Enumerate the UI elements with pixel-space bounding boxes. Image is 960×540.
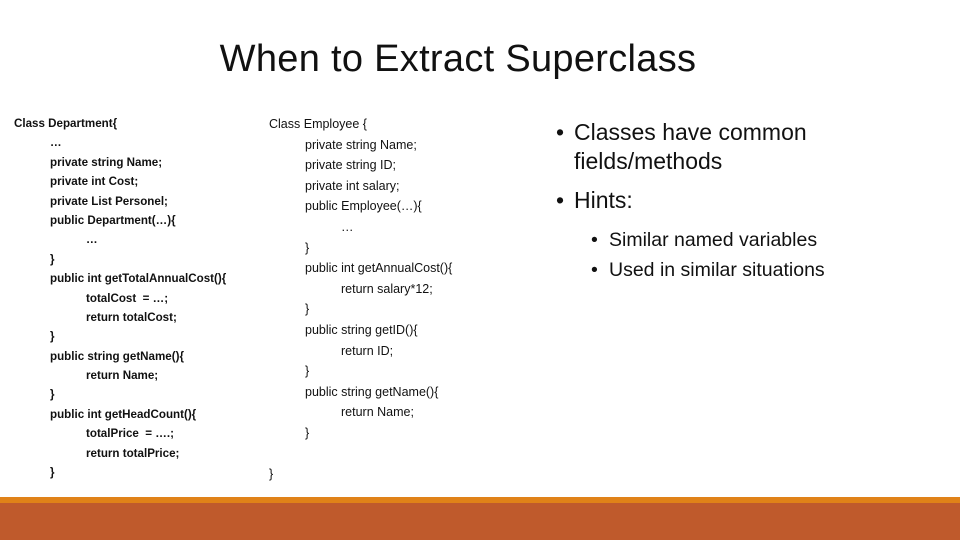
code-line: … [50,136,62,150]
bullet-icon: • [556,119,565,145]
code-line: … [341,219,354,234]
code-line: totalPrice = ….; [86,427,174,441]
code-line: public Department(…){ [50,213,176,227]
code-line: private string Name; [305,137,417,152]
code-line: public int getAnnualCost(){ [305,261,453,276]
code-line: } [50,388,55,402]
code-line: public int getHeadCount(){ [50,407,197,421]
code-line: return totalCost; [86,310,177,324]
sub-bullet-similar-names: • Similar named variables [556,225,946,255]
code-line: } [50,466,55,480]
footer-bar [0,503,960,540]
bullet-item-common-fields: • Classes have common fields/methods [556,118,946,176]
code-line: return totalPrice; [86,446,180,460]
code-line: private string Name; [50,155,163,169]
employee-class-code: Class Employee { private string Name; priv… [269,114,452,485]
code-line: } [305,364,310,379]
code-line: Class Employee { [269,117,367,131]
code-line: private List Personel; [50,194,168,208]
sub-bullet-text: Similar named variables [609,229,818,251]
code-line: return Name; [341,405,414,420]
code-line: public string getName(){ [305,384,439,399]
code-line: private int Cost; [50,175,139,189]
bullet-text: Classes have common fields/methods [574,119,807,174]
code-line: private int salary; [305,178,400,193]
bullet-list: • Classes have common fields/methods • H… [556,118,946,285]
bullet-icon: • [591,259,598,281]
code-line: } [305,425,310,440]
code-line: public string getName(){ [50,349,184,363]
code-line: … [86,233,98,247]
sub-bullet-text: Used in similar situations [609,259,825,281]
sub-bullet-similar-situations: • Used in similar situations [556,255,946,285]
bullet-icon: • [556,187,565,213]
code-line: } [269,467,274,482]
code-line: } [50,252,55,266]
code-line: public int getTotalAnnualCost(){ [50,272,227,286]
code-line: private string ID; [305,158,397,173]
code-line: totalCost = …; [86,291,169,305]
code-line: return ID; [341,343,394,358]
slide-title: When to Extract Superclass [219,38,697,80]
code-line: } [305,240,310,255]
code-line: } [50,330,55,344]
code-line: Class Department{ [14,117,118,130]
code-line: public Employee(…){ [305,199,422,214]
code-line: } [305,302,310,317]
department-class-code: Class Department{ … private string Name; pr… [14,114,226,521]
code-line: return salary*12; [341,281,433,296]
bullet-text: Hints: [574,187,633,213]
code-line: return Name; [86,369,159,383]
bullet-icon: • [591,229,598,251]
bullet-item-hints: • Hints: [556,186,946,215]
code-line: public string getID(){ [305,322,418,337]
